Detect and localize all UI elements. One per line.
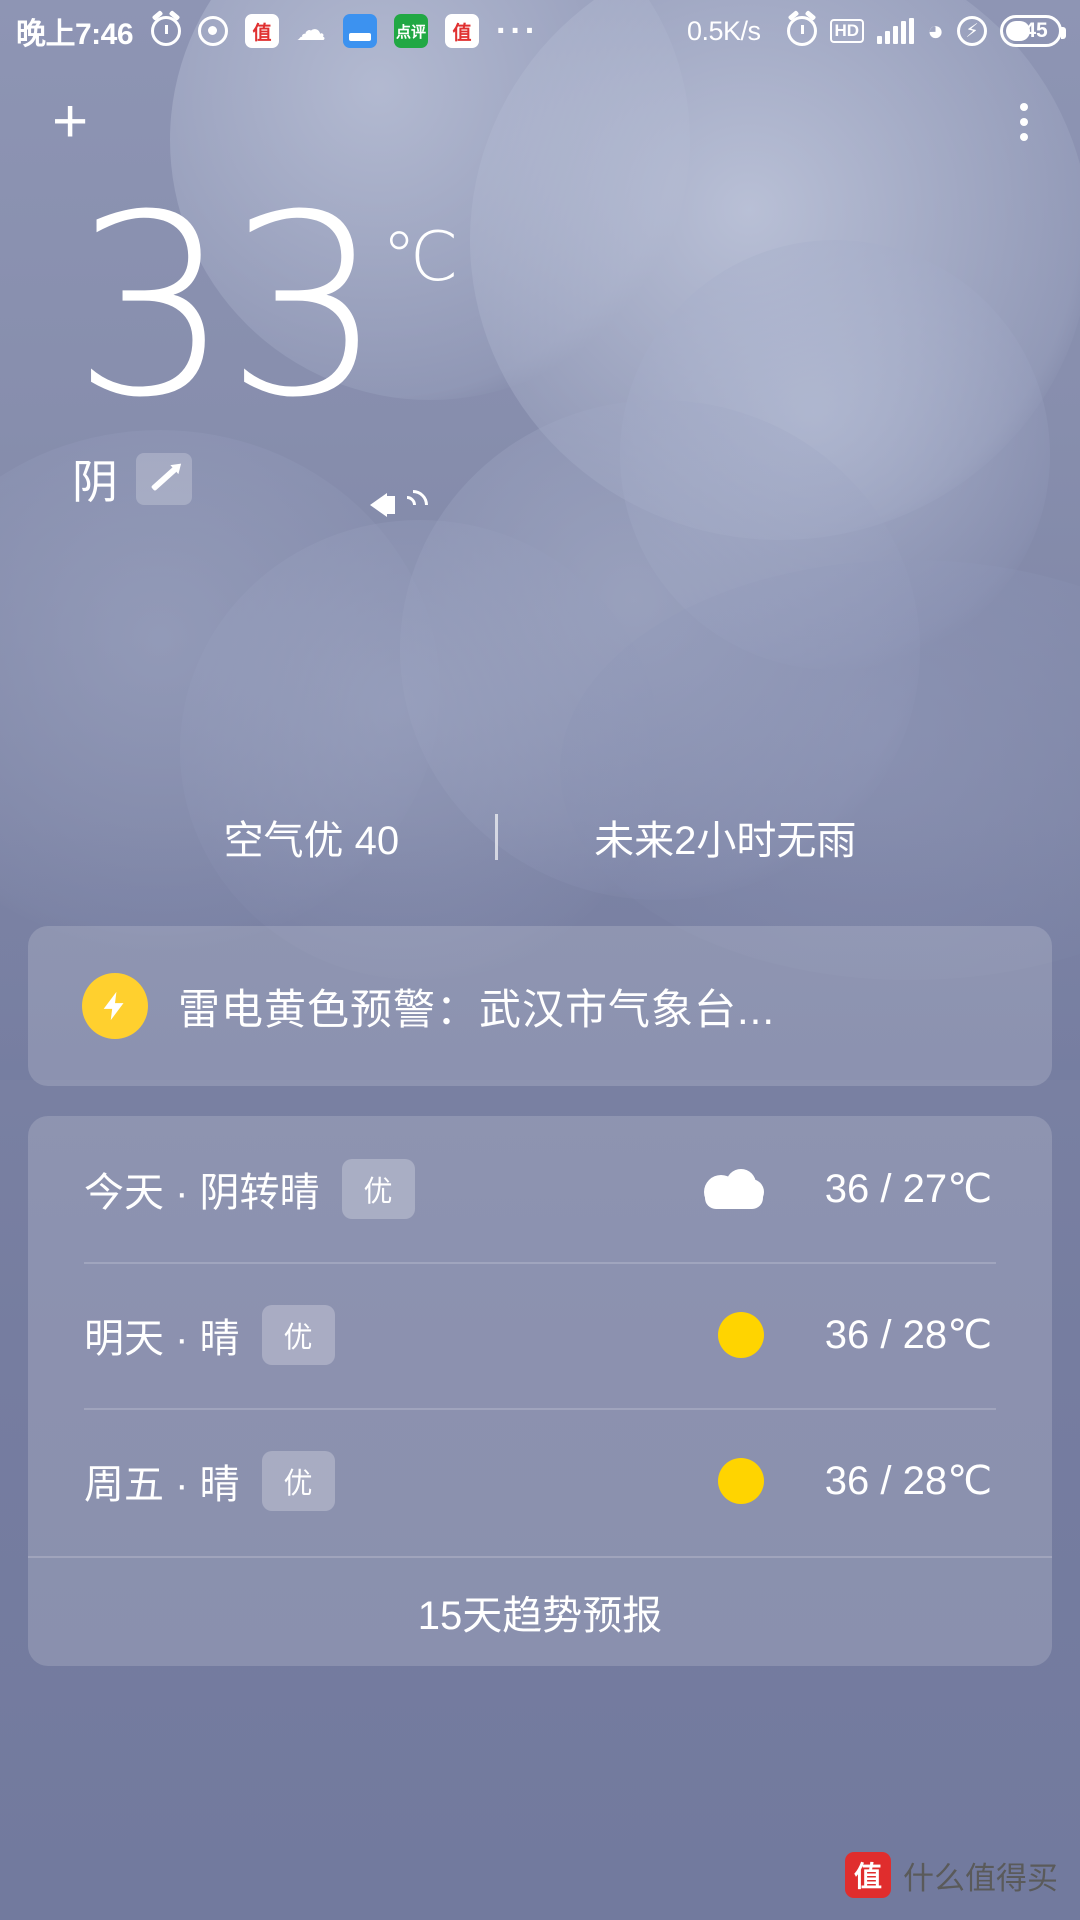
forecast-label: 今天 · 阴转晴 [84, 1160, 320, 1218]
forecast-temp: 36 / 28℃ [792, 1312, 992, 1358]
flash-icon: ⚡ [957, 16, 987, 46]
more-dots-icon: ··· [496, 14, 539, 48]
forecast-label: 明天 · 晴 [84, 1306, 240, 1364]
hd-icon: HD [830, 19, 865, 43]
current-weather: 33 ℃ 阴 [0, 192, 1080, 512]
alarm-clock-icon [151, 16, 181, 46]
battery-level: 45 [1014, 19, 1047, 43]
sun-icon [718, 1312, 764, 1358]
trend-forecast-button[interactable]: 15天趋势预报 [28, 1556, 1052, 1666]
forecast-temp: 36 / 27℃ [792, 1166, 992, 1212]
cloud-app-icon: ☁ [296, 16, 326, 46]
smzdm-logo: 值 [845, 1852, 891, 1898]
current-temperature: 33 [72, 192, 378, 422]
lightning-bolt-icon [82, 973, 148, 1039]
status-time: 晚上7:46 [16, 9, 133, 53]
forecast-row-friday[interactable]: 周五 · 晴 优 36 / 28℃ [28, 1408, 1052, 1554]
temperature-unit: ℃ [382, 218, 458, 297]
blue-app-icon [343, 14, 377, 48]
signal-bars-icon [877, 18, 914, 44]
pencil-icon[interactable] [136, 453, 192, 505]
watermark: 值 什么值得买 [845, 1852, 1058, 1898]
summary-divider [495, 814, 498, 860]
add-city-button[interactable]: + [52, 91, 88, 153]
rain-forecast-label[interactable]: 未来2小时无雨 [594, 808, 856, 866]
battery-icon: 45 [1000, 15, 1062, 47]
watermark-text: 什么值得买 [903, 1853, 1058, 1898]
forecast-card: 今天 · 阴转晴 优 36 / 27℃ 明天 · 晴 优 36 / 28℃ 周五… [28, 1116, 1052, 1666]
alarm-icon [787, 16, 817, 46]
aqi-badge: 优 [342, 1159, 415, 1219]
volume-icon[interactable] [370, 482, 426, 528]
wifi-icon: ◕ [927, 17, 944, 45]
zhi-app-icon: 值 [245, 14, 279, 48]
weather-summary: 空气优 40 未来2小时无雨 [0, 808, 1080, 866]
forecast-row-today[interactable]: 今天 · 阴转晴 优 36 / 27℃ [28, 1116, 1052, 1262]
green-app-icon: 点评 [394, 14, 428, 48]
weather-alert-card[interactable]: 雷电黄色预警：武汉市气象台... [28, 926, 1052, 1086]
aqi-badge: 优 [262, 1451, 335, 1511]
air-quality-label[interactable]: 空气优 40 [224, 808, 400, 866]
forecast-label: 周五 · 晴 [84, 1452, 240, 1510]
cloud-icon [704, 1169, 764, 1209]
overflow-menu-button[interactable] [1012, 95, 1036, 149]
sun-icon [718, 1458, 764, 1504]
aqi-badge: 优 [262, 1305, 335, 1365]
current-condition: 阴 [72, 446, 118, 512]
alert-text: 雷电黄色预警：武汉市气象台... [178, 976, 775, 1037]
camera-dot-icon [198, 16, 228, 46]
forecast-temp: 36 / 28℃ [792, 1458, 992, 1504]
zhi-app-icon-2: 值 [445, 14, 479, 48]
network-speed: 0.5K/s [687, 16, 761, 47]
forecast-row-tomorrow[interactable]: 明天 · 晴 优 36 / 28℃ [28, 1262, 1052, 1408]
status-bar: 晚上7:46 值 ☁ 点评 值 ··· 0.5K/s ᚝ HD ◕ ⚡ 45 [0, 0, 1080, 62]
